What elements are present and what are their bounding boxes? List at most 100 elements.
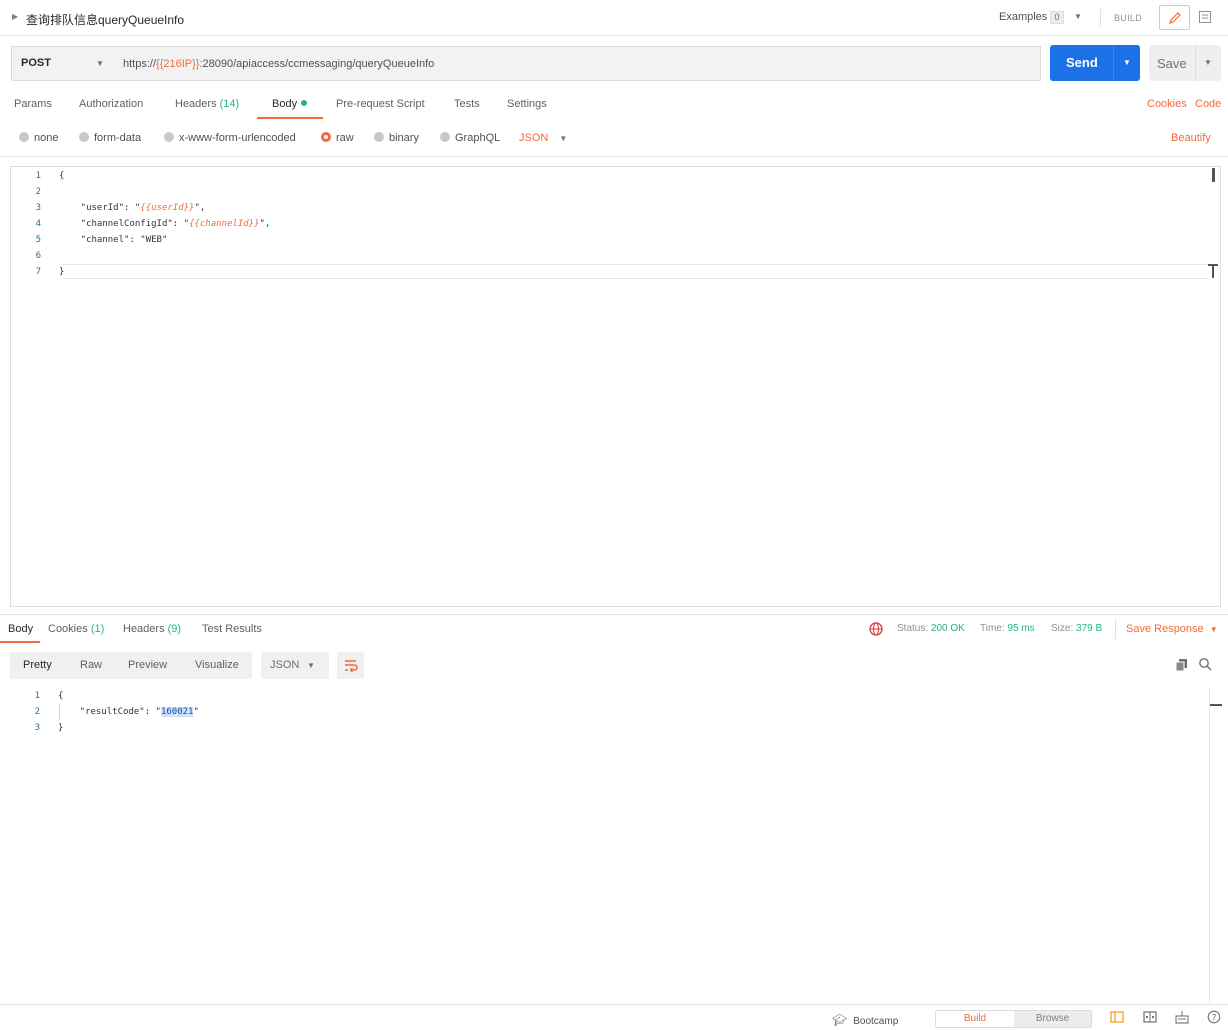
request-body-editor[interactable]: 1 2 3 4 5 6 7 { "userId": "{{userId}}", … — [10, 166, 1221, 607]
response-tab-cookies[interactable]: Cookies (1) — [48, 623, 104, 635]
tab-authorization[interactable]: Authorization — [79, 98, 143, 110]
beautify-link[interactable]: Beautify — [1171, 132, 1211, 144]
editor-scrollbar[interactable] — [1212, 168, 1215, 182]
radio-raw[interactable]: raw — [321, 132, 354, 144]
cookies-link[interactable]: Cookies — [1147, 98, 1187, 110]
line-number: 2 — [34, 707, 40, 717]
tab-prerequest-script[interactable]: Pre-request Script — [336, 98, 425, 110]
build-mode-button[interactable]: Build — [936, 1011, 1014, 1027]
chevron-down-icon: ▼ — [307, 661, 315, 670]
search-icon[interactable] — [1198, 657, 1212, 671]
radio-icon — [164, 132, 174, 142]
build-browse-toggle: Build Browse — [935, 1010, 1092, 1028]
wrap-lines-icon — [345, 660, 358, 673]
scroll-position-marker — [1210, 704, 1222, 706]
line-number: 3 — [34, 723, 40, 733]
response-tab-test-results[interactable]: Test Results — [202, 623, 262, 635]
response-code-line: { — [58, 691, 64, 701]
headers-count: (14) — [219, 98, 240, 110]
method-select[interactable]: POST ▼ — [11, 46, 113, 81]
active-tab-indicator — [0, 641, 40, 643]
status-readout: Status: 200 OK — [897, 623, 965, 634]
build-mode-label: BUILD — [1114, 13, 1143, 23]
template-variable: {{userId}} — [140, 203, 195, 213]
document-icon — [1199, 11, 1211, 23]
active-tab-indicator — [257, 117, 323, 119]
code-line: "userId": "{{userId}}", — [59, 203, 206, 213]
tab-headers[interactable]: Headers (14) — [175, 98, 239, 110]
code-link[interactable]: Code — [1195, 98, 1221, 110]
layout-icon[interactable] — [1143, 1010, 1157, 1024]
tab-tests[interactable]: Tests — [454, 98, 480, 110]
keyboard-icon[interactable] — [1175, 1010, 1189, 1024]
scroll-position-marker — [1208, 264, 1218, 278]
wrap-lines-button[interactable] — [337, 652, 364, 679]
save-button[interactable]: Save ▼ — [1149, 45, 1221, 81]
code-line: { — [59, 171, 65, 181]
radio-icon — [440, 132, 450, 142]
request-name[interactable]: 查询排队信息queryQueueInfo — [26, 11, 184, 28]
radio-form-data[interactable]: form-data — [79, 132, 141, 144]
tab-params[interactable]: Params — [14, 98, 52, 110]
browse-mode-button[interactable]: Browse — [1014, 1011, 1091, 1027]
size-readout: Size: 379 B — [1051, 623, 1103, 634]
chevron-down-icon[interactable]: ▼ — [1074, 12, 1082, 21]
line-number: 2 — [35, 187, 41, 197]
view-pretty-button[interactable]: Pretty — [23, 659, 52, 671]
svg-text:?: ? — [1212, 1014, 1217, 1024]
line-number: 1 — [35, 171, 41, 181]
divider — [1115, 619, 1116, 639]
response-tab-headers[interactable]: Headers (9) — [123, 623, 181, 635]
view-visualize-button[interactable]: Visualize — [195, 659, 239, 671]
copy-icon[interactable] — [1175, 658, 1189, 672]
expand-caret-icon[interactable]: ▶ — [12, 12, 18, 21]
active-line-highlight — [63, 264, 1209, 279]
two-pane-view-icon[interactable] — [1110, 1010, 1124, 1024]
view-preview-button[interactable]: Preview — [128, 659, 167, 671]
response-code-line: } — [58, 723, 64, 733]
tab-settings[interactable]: Settings — [507, 98, 547, 110]
status-bar: 🎓︎ Bootcamp Build Browse — [0, 1004, 1228, 1030]
bootcamp-link[interactable]: 🎓︎ Bootcamp — [832, 1013, 898, 1027]
globe-icon[interactable] — [868, 621, 884, 637]
examples-dropdown[interactable]: Examples — [999, 11, 1047, 23]
radio-icon — [19, 132, 29, 142]
response-scrollbar[interactable] — [1209, 688, 1221, 1003]
selected-value: 160021 — [160, 707, 194, 717]
time-readout: Time: 95 ms — [980, 623, 1035, 634]
method-value: POST — [21, 57, 51, 69]
divider — [0, 156, 1228, 157]
url-text: https://{{216IP}}:28090/apiaccess/ccmess… — [123, 58, 435, 70]
divider — [1113, 45, 1114, 81]
tab-body[interactable]: Body — [272, 98, 308, 110]
examples-count-badge: 0 — [1050, 11, 1064, 24]
pencil-icon — [1169, 12, 1181, 24]
body-format-select[interactable]: JSON ▼ — [519, 132, 567, 144]
url-input[interactable]: https://{{216IP}}:28090/apiaccess/ccmess… — [112, 46, 1041, 81]
chevron-down-icon[interactable]: ▼ — [1123, 58, 1131, 67]
line-number: 5 — [35, 235, 41, 245]
line-number: 3 — [35, 203, 41, 213]
save-response-button[interactable]: Save Response ▼ — [1126, 623, 1218, 635]
graduation-cap-icon: 🎓︎ — [832, 1013, 848, 1027]
chevron-down-icon: ▼ — [1209, 625, 1218, 634]
line-number: 4 — [35, 219, 41, 229]
chevron-down-icon[interactable]: ▼ — [1204, 58, 1212, 67]
radio-selected-icon — [321, 132, 331, 142]
send-button[interactable]: Send ▼ — [1050, 45, 1140, 81]
help-icon[interactable]: ? — [1207, 1010, 1221, 1024]
view-raw-button[interactable]: Raw — [80, 659, 102, 671]
response-tab-body[interactable]: Body — [8, 623, 33, 635]
line-number: 1 — [34, 691, 40, 701]
edit-button[interactable] — [1159, 5, 1190, 30]
documentation-button[interactable] — [1190, 5, 1218, 30]
response-code-line: "resultCode": "160021" — [58, 707, 199, 717]
radio-binary[interactable]: binary — [374, 132, 419, 144]
radio-urlencoded[interactable]: x-www-form-urlencoded — [164, 132, 296, 144]
radio-graphql[interactable]: GraphQL — [440, 132, 500, 144]
radio-none[interactable]: none — [19, 132, 58, 144]
chevron-down-icon: ▼ — [559, 134, 568, 143]
url-variable: {{216IP}} — [156, 58, 200, 70]
send-label: Send — [1066, 55, 1098, 70]
response-format-select[interactable]: JSON ▼ — [261, 652, 329, 679]
